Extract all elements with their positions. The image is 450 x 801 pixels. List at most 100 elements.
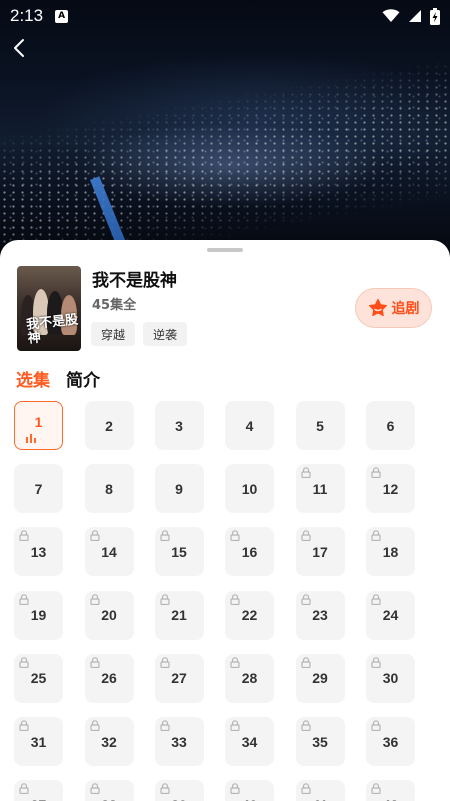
drama-poster: 我不是股神 <box>17 266 81 351</box>
episode-tile[interactable]: 5 <box>295 401 345 450</box>
episode-tile[interactable]: 17 <box>295 527 345 577</box>
lock-icon <box>371 530 381 542</box>
lock-icon <box>89 720 100 731</box>
episode-number: 30 <box>382 670 399 687</box>
episode-tile[interactable]: 22 <box>225 590 274 640</box>
episode-tile[interactable]: 13 <box>14 527 63 577</box>
tag[interactable]: 穿越 <box>91 322 136 346</box>
episode-tile[interactable]: 29 <box>295 653 345 703</box>
episode-tile[interactable]: 41 <box>295 780 345 801</box>
episode-tile[interactable]: 19 <box>14 590 63 640</box>
episode-tile[interactable]: 32 <box>84 717 134 766</box>
episode-number: 21 <box>171 607 187 624</box>
episode-number: 26 <box>101 670 117 687</box>
lock-icon <box>19 657 29 668</box>
episode-tile[interactable]: 10 <box>225 464 274 514</box>
episode-tile[interactable]: 16 <box>225 527 274 577</box>
episode-tile[interactable]: 27 <box>154 653 204 703</box>
sheet-drag-handle[interactable] <box>207 248 243 252</box>
episode-number: 36 <box>382 733 399 750</box>
lock-icon <box>371 593 381 605</box>
lock-icon <box>89 530 100 542</box>
episode-number: 17 <box>312 543 328 560</box>
episode-sheet: 我不是股神 我不是股神 45集全 穿越 逆袭 追剧 选集 简介 12345678… <box>0 240 450 801</box>
back-arrow-icon[interactable] <box>8 36 32 60</box>
episode-number: 33 <box>171 733 187 750</box>
episode-number: 10 <box>241 480 258 497</box>
battery-charging-icon <box>430 7 440 25</box>
lock-icon <box>89 657 100 668</box>
wifi-icon <box>382 9 400 22</box>
episode-number: 28 <box>241 670 258 687</box>
episode-tile[interactable]: 4 <box>225 401 274 450</box>
episode-tile[interactable]: 18 <box>366 527 415 577</box>
episode-tile[interactable]: 39 <box>154 780 204 801</box>
episode-number: 40 <box>242 797 258 801</box>
episode-number: 14 <box>101 543 117 560</box>
lock-icon <box>230 530 240 542</box>
episode-tile[interactable]: 1 <box>14 401 63 450</box>
lock-icon <box>19 720 29 731</box>
episode-tile[interactable]: 8 <box>84 464 134 514</box>
lock-icon <box>230 783 240 795</box>
lock-icon <box>300 720 311 731</box>
episode-number: 13 <box>30 543 47 560</box>
episode-tile[interactable]: 21 <box>154 590 204 640</box>
episode-tile[interactable]: 33 <box>154 717 204 766</box>
episode-number: 1 <box>34 413 43 430</box>
video-frame-city-lights <box>0 0 450 260</box>
episode-tile[interactable]: 20 <box>84 590 134 640</box>
episode-number: 25 <box>30 670 47 687</box>
tab-synopsis[interactable]: 简介 <box>66 366 100 391</box>
episode-tile[interactable]: 42 <box>366 780 415 801</box>
now-playing-icon <box>26 434 36 443</box>
episode-number: 6 <box>386 417 395 434</box>
tag[interactable]: 逆袭 <box>143 322 188 346</box>
episode-tile[interactable]: 28 <box>225 653 274 703</box>
lock-icon <box>371 467 381 479</box>
episode-tile[interactable]: 6 <box>366 401 415 450</box>
episode-tile[interactable]: 26 <box>84 653 134 703</box>
episode-number: 38 <box>101 797 117 801</box>
episode-number: 42 <box>383 797 399 801</box>
episode-number: 15 <box>171 543 187 560</box>
episode-tile[interactable]: 3 <box>154 401 204 450</box>
episode-number: 16 <box>241 543 258 560</box>
episode-tile[interactable]: 36 <box>366 717 415 766</box>
episode-number: 11 <box>312 480 328 497</box>
episode-number: 7 <box>34 480 43 497</box>
tab-episodes[interactable]: 选集 <box>16 366 50 391</box>
episode-tile[interactable]: 14 <box>84 527 134 577</box>
episode-tile[interactable]: 25 <box>14 653 63 703</box>
lock-icon <box>230 720 240 731</box>
episode-number: 24 <box>382 607 399 624</box>
episode-count: 45集全 <box>92 298 137 313</box>
episode-tile[interactable]: 11 <box>295 464 345 514</box>
episode-tile[interactable]: 24 <box>366 590 415 640</box>
episode-tile[interactable]: 37 <box>14 780 63 801</box>
episode-tile[interactable]: 7 <box>14 464 63 514</box>
follow-button[interactable]: 追剧 <box>355 288 432 328</box>
episode-tile[interactable]: 38 <box>84 780 134 801</box>
lock-icon <box>19 593 29 605</box>
episode-tile[interactable]: 30 <box>366 653 415 703</box>
episode-number: 4 <box>245 417 254 434</box>
episode-number: 3 <box>175 417 183 434</box>
poster-title: 我不是股神 <box>25 312 79 347</box>
episode-tile[interactable]: 34 <box>225 717 274 766</box>
lock-icon <box>300 593 311 605</box>
episode-tile[interactable]: 9 <box>154 464 204 514</box>
episode-tile[interactable]: 40 <box>225 780 274 801</box>
episode-number: 29 <box>312 670 328 687</box>
signal-icon <box>409 10 421 22</box>
episode-tile[interactable]: 12 <box>366 464 415 514</box>
episode-tile[interactable]: 23 <box>295 590 345 640</box>
episode-tile[interactable]: 35 <box>295 717 345 766</box>
episode-tile[interactable]: 2 <box>84 401 134 450</box>
episode-tile[interactable]: 31 <box>14 717 63 766</box>
episode-number: 8 <box>105 480 113 497</box>
video-player[interactable] <box>0 0 450 260</box>
episode-tile[interactable]: 15 <box>154 527 204 577</box>
lock-icon <box>300 467 311 479</box>
lock-icon <box>89 593 100 605</box>
